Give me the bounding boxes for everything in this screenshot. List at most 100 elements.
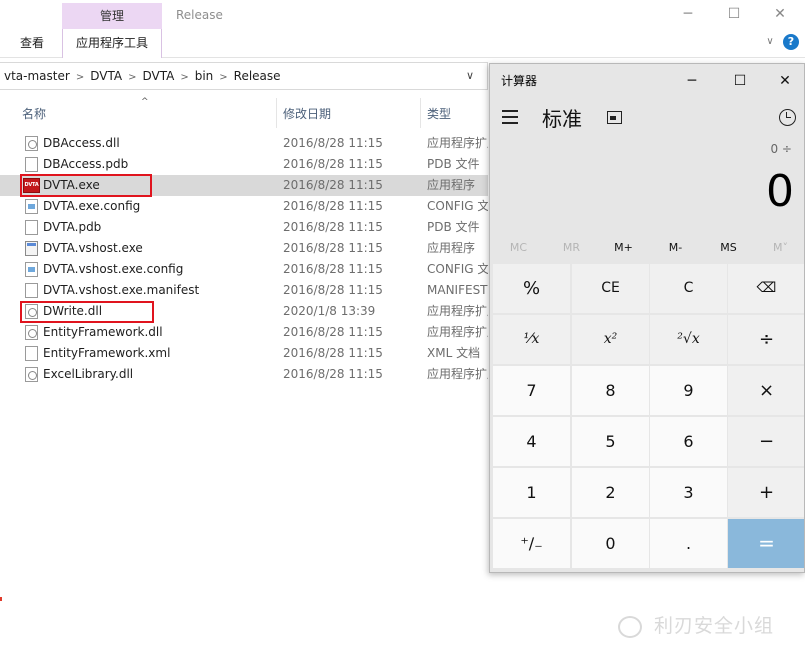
digit-9-button[interactable]: 9 xyxy=(650,366,727,415)
minimize-button[interactable]: ─ xyxy=(677,4,699,24)
chevron-right-icon[interactable]: > xyxy=(219,72,227,83)
address-bar[interactable]: vta-master > DVTA > DVTA > bin > Release ∨ xyxy=(0,62,488,90)
decimal-button[interactable]: . xyxy=(650,519,727,568)
digit-3-button[interactable]: 3 xyxy=(650,468,727,517)
file-name: DBAccess.dll xyxy=(43,136,120,150)
column-header-name[interactable]: 名称 xyxy=(22,103,46,125)
pdb-icon xyxy=(25,157,38,172)
file-date: 2020/1/8 13:39 xyxy=(283,304,376,318)
tab-view[interactable]: 查看 xyxy=(20,29,44,58)
tab-manage[interactable]: 管理 xyxy=(62,3,162,29)
file-name: ExcelLibrary.dll xyxy=(43,367,134,381)
clear-entry-button[interactable]: CE xyxy=(572,264,649,313)
breadcrumb-item-vta-master[interactable]: vta-master xyxy=(4,69,70,83)
manifest-icon xyxy=(25,283,38,298)
file-type: 应用程序扩展 xyxy=(427,304,488,318)
dll-icon xyxy=(25,367,38,382)
square-button[interactable]: x² xyxy=(572,315,649,364)
tab-application-tools[interactable]: 应用程序工具 xyxy=(62,29,162,58)
digit-5-button[interactable]: 5 xyxy=(572,417,649,466)
file-row[interactable]: DVTA.vshost.exe.config 2016/8/28 11:15 C… xyxy=(0,259,488,280)
calc-close-button[interactable]: ✕ xyxy=(763,64,804,98)
calculator-title: 计算器 xyxy=(501,74,538,88)
file-row[interactable]: ExcelLibrary.dll 2016/8/28 11:15 应用程序扩展 xyxy=(0,364,488,385)
divide-button[interactable]: ÷ xyxy=(728,315,804,364)
negate-button[interactable]: ⁺∕₋ xyxy=(493,519,570,568)
file-row[interactable]: DVTA.vshost.exe 2016/8/28 11:15 应用程序 xyxy=(0,238,488,259)
breadcrumb-item-dvta-sub[interactable]: DVTA xyxy=(142,69,174,83)
file-type: PDB 文件 xyxy=(427,157,480,171)
mc-button[interactable]: MC xyxy=(492,234,545,262)
file-row[interactable]: DVTA.pdb 2016/8/28 11:15 PDB 文件 xyxy=(0,217,488,238)
file-row[interactable]: DBAccess.dll 2016/8/28 11:15 应用程序扩展 xyxy=(0,133,488,154)
mr-button[interactable]: MR xyxy=(545,234,598,262)
keypad: % CE C ⌫ ⅟x x² ²√x ÷ 7 8 9 × 4 5 6 − 1 2… xyxy=(493,264,804,570)
file-row[interactable]: DVTA.exe.config 2016/8/28 11:15 CONFIG 文… xyxy=(0,196,488,217)
equals-button[interactable]: = xyxy=(728,519,804,568)
digit-0-button[interactable]: 0 xyxy=(572,519,649,568)
file-row[interactable]: DVTA.vshost.exe.manifest 2016/8/28 11:15… xyxy=(0,280,488,301)
chevron-down-icon[interactable]: ∨ xyxy=(460,63,480,89)
chevron-right-icon[interactable]: > xyxy=(128,72,136,83)
chevron-right-icon[interactable]: > xyxy=(76,72,84,83)
digit-2-button[interactable]: 2 xyxy=(572,468,649,517)
calc-maximize-button[interactable]: ☐ xyxy=(718,64,762,98)
square-root-button[interactable]: ²√x xyxy=(650,315,727,364)
edge-marker xyxy=(0,597,2,601)
column-header-date[interactable]: 修改日期 xyxy=(283,103,331,125)
file-date: 2016/8/28 11:15 xyxy=(283,241,383,255)
digit-8-button[interactable]: 8 xyxy=(572,366,649,415)
chevron-right-icon[interactable]: > xyxy=(180,72,188,83)
column-divider[interactable] xyxy=(276,98,277,128)
memory-row: MC MR M+ M- MS M˅ xyxy=(490,234,804,262)
file-type: PDB 文件 xyxy=(427,220,480,234)
percent-button[interactable]: % xyxy=(493,264,570,313)
keep-on-top-icon[interactable] xyxy=(607,111,622,124)
ms-button[interactable]: MS xyxy=(702,234,755,262)
subtract-button[interactable]: − xyxy=(728,417,804,466)
sort-ascending-icon: ^ xyxy=(141,97,149,107)
digit-7-button[interactable]: 7 xyxy=(493,366,570,415)
history-icon[interactable] xyxy=(779,109,796,126)
calculator-display: 0 xyxy=(766,166,794,217)
breadcrumb-item-dvta[interactable]: DVTA xyxy=(90,69,122,83)
file-name: EntityFramework.xml xyxy=(43,346,171,360)
hamburger-menu-icon[interactable] xyxy=(502,110,520,124)
pdb-icon xyxy=(25,220,38,235)
highlight-box-dvta-exe xyxy=(20,174,152,197)
file-type: 应用程序扩展 xyxy=(427,367,488,381)
backspace-button[interactable]: ⌫ xyxy=(728,264,804,313)
digit-4-button[interactable]: 4 xyxy=(493,417,570,466)
explorer-ribbon: 管理 应用程序工具 查看 Release ─ ☐ ✕ ∨ ? xyxy=(0,0,805,58)
calc-minimize-button[interactable]: ─ xyxy=(670,64,714,98)
m-plus-button[interactable]: M+ xyxy=(597,234,650,262)
file-name: DVTA.vshost.exe.config xyxy=(43,262,184,276)
file-date: 2016/8/28 11:15 xyxy=(283,262,383,276)
file-date: 2016/8/28 11:15 xyxy=(283,136,383,150)
add-button[interactable]: + xyxy=(728,468,804,517)
close-button[interactable]: ✕ xyxy=(769,4,791,24)
memory-list-button[interactable]: M˅ xyxy=(754,234,804,262)
column-header-type[interactable]: 类型 xyxy=(427,103,451,125)
file-type: 应用程序 xyxy=(427,178,476,192)
file-row[interactable]: EntityFramework.dll 2016/8/28 11:15 应用程序… xyxy=(0,322,488,343)
breadcrumb-item-release[interactable]: Release xyxy=(234,69,281,83)
file-name: DVTA.pdb xyxy=(43,220,102,234)
column-divider[interactable] xyxy=(420,98,421,128)
m-minus-button[interactable]: M- xyxy=(649,234,702,262)
maximize-button[interactable]: ☐ xyxy=(723,4,745,24)
multiply-button[interactable]: × xyxy=(728,366,804,415)
digit-6-button[interactable]: 6 xyxy=(650,417,727,466)
file-name: DVTA.vshost.exe.manifest xyxy=(43,283,200,297)
clear-button[interactable]: C xyxy=(650,264,727,313)
file-row[interactable]: EntityFramework.xml 2016/8/28 11:15 XML … xyxy=(0,343,488,364)
breadcrumb-item-bin[interactable]: bin xyxy=(195,69,214,83)
file-row[interactable]: DBAccess.pdb 2016/8/28 11:15 PDB 文件 xyxy=(0,154,488,175)
help-icon[interactable]: ? xyxy=(783,34,799,50)
file-name: DVTA.exe.config xyxy=(43,199,141,213)
calculator-titlebar[interactable]: 计算器 ─ ☐ ✕ xyxy=(490,64,804,98)
digit-1-button[interactable]: 1 xyxy=(493,468,570,517)
expand-ribbon-icon[interactable]: ∨ xyxy=(762,34,778,50)
reciprocal-button[interactable]: ⅟x xyxy=(493,315,570,364)
window-title: Release xyxy=(176,8,223,22)
